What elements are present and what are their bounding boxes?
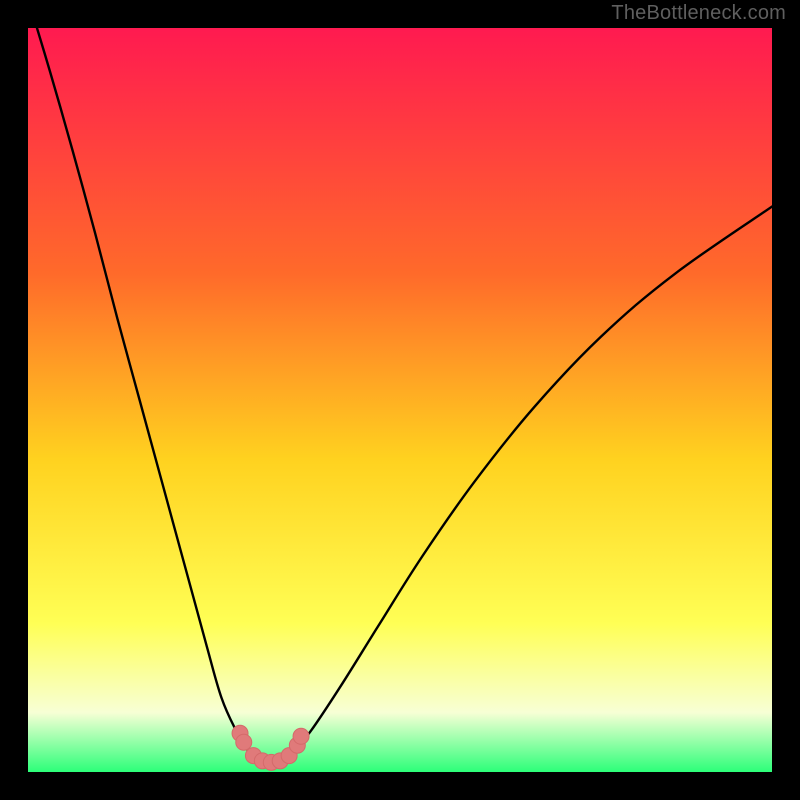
watermark-text: TheBottleneck.com — [611, 2, 786, 25]
chart-svg — [28, 28, 772, 772]
curve-marker — [293, 728, 309, 744]
chart-plot-area — [28, 28, 772, 772]
curve-marker — [236, 734, 252, 750]
